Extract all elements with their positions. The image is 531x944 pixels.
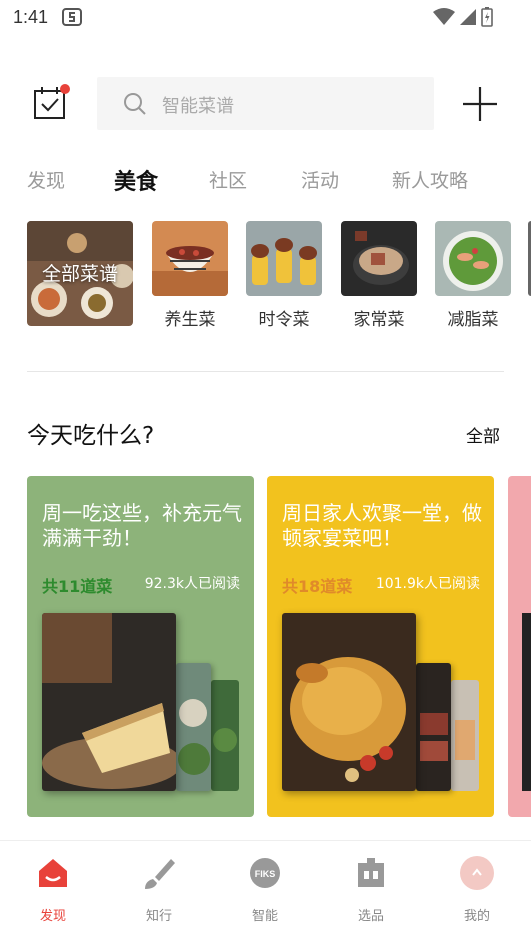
tab-discover[interactable]: 发现 [27, 166, 65, 193]
category-homestyle[interactable]: 家常菜 [341, 221, 417, 330]
card-photo-3 [451, 680, 479, 791]
card-dish-count: 共18道菜 [282, 577, 353, 596]
card-title: 周日家人欢聚一堂，做顿家宴菜吧！ [282, 501, 482, 550]
search-input[interactable]: 智能菜谱 [97, 77, 434, 130]
category-label: 时令菜 [258, 310, 310, 330]
nav-label: 智能 [251, 909, 278, 924]
add-button[interactable] [460, 84, 500, 124]
greens-photo [211, 680, 239, 791]
calendar-check-icon [34, 84, 70, 119]
brush-icon [145, 859, 175, 889]
card-peek-partial [522, 613, 531, 791]
menu-card[interactable]: 周一吃这些，补充元气满满干劲！ 共11道菜 92.3k人已阅读 [27, 476, 254, 817]
cheesecake-photo [42, 613, 176, 791]
card-photo-2 [416, 663, 451, 791]
health-dish-photo [152, 221, 228, 296]
plus-icon [463, 87, 497, 121]
nav-label: 知行 [145, 909, 172, 924]
tab-activities[interactable]: 活动 [301, 166, 339, 193]
card-dish-count: 共11道菜 [42, 577, 113, 596]
divider [27, 371, 504, 372]
card-main-photo [282, 613, 416, 791]
wifi-icon [433, 8, 455, 25]
card-photo-2 [176, 663, 211, 791]
nav-label: 我的 [463, 909, 490, 924]
tab-community[interactable]: 社区 [209, 166, 247, 193]
category-label: 养生菜 [164, 310, 216, 330]
category-label: 家常菜 [353, 310, 405, 330]
section-title: 今天吃什么? [27, 423, 155, 449]
salad-photo [176, 663, 211, 791]
nav-label: 选品 [357, 909, 384, 924]
category-health[interactable]: 养生菜 [152, 221, 228, 330]
card-main-photo [42, 613, 176, 791]
category-seasonal[interactable]: 时令菜 [246, 221, 322, 330]
homestyle-dish-photo [341, 221, 417, 296]
menu-card[interactable]: 周日家人欢聚一堂，做顿家宴菜吧！ 共18道菜 101.9k人已阅读 [267, 476, 494, 817]
category-label: 减脂菜 [447, 310, 499, 330]
signal-icon [460, 9, 476, 25]
tab-food[interactable]: 美食 [114, 164, 158, 196]
nav-discover[interactable]: 发现 [18, 855, 88, 924]
menu-card-next-peek[interactable] [508, 476, 531, 817]
bottom-nav: 发现 知行 FIKS 智能 选品 我的 [0, 840, 531, 944]
nav-knowledge[interactable]: 知行 [124, 855, 194, 924]
card-title: 周一吃这些，补充元气满满干劲！ [42, 501, 242, 550]
steak-photo [416, 663, 451, 791]
status-time: 1:41 [13, 7, 49, 27]
roast-chicken-photo [282, 613, 416, 791]
category-low-fat[interactable]: 减脂菜 [435, 221, 511, 330]
avatar-icon [460, 856, 494, 890]
card-read-count: 92.3k人已阅读 [144, 576, 240, 592]
category-all-label: 全部菜谱 [41, 263, 118, 285]
search-icon [124, 93, 146, 115]
status-bar: 1:41 [0, 0, 531, 36]
dish-photo-3 [451, 680, 479, 791]
nav-label: 发现 [39, 909, 66, 924]
search-placeholder: 智能菜谱 [162, 96, 234, 117]
fiks-badge-text: FIKS [255, 869, 276, 879]
notification-dot [60, 84, 70, 94]
shop-icon [358, 858, 384, 887]
status-icons [433, 7, 493, 27]
tab-newcomer-guide[interactable]: 新人攻略 [392, 166, 468, 193]
card-photo-3 [211, 680, 239, 791]
nav-mine[interactable]: 我的 [442, 855, 512, 924]
calendar-button[interactable] [30, 84, 70, 122]
battery-icon [481, 7, 493, 27]
card-read-count: 101.9k人已阅读 [375, 576, 480, 592]
app-notification-icon [62, 8, 82, 26]
section-all-link[interactable]: 全部 [466, 422, 500, 447]
home-smile-icon [39, 859, 67, 887]
low-fat-dish-photo [435, 221, 511, 296]
nav-smart[interactable]: FIKS 智能 [230, 855, 300, 924]
nav-selection[interactable]: 选品 [336, 855, 406, 924]
fiks-icon: FIKS [250, 858, 280, 888]
category-all-recipes[interactable]: 全部菜谱 [27, 221, 133, 326]
seasonal-dish-photo [246, 221, 322, 296]
